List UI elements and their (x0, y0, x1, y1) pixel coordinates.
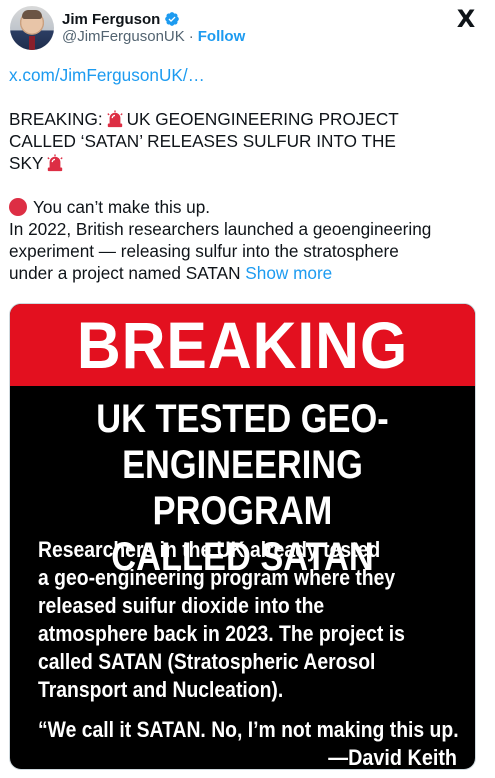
avatar-tie (29, 36, 35, 50)
x-logo-icon[interactable]: X (455, 7, 477, 31)
image-quote: “We call it SATAN. No, I’m not making th… (38, 716, 475, 744)
rotating-light-icon (47, 154, 64, 172)
follow-button[interactable]: Follow (198, 28, 246, 45)
rotating-light-icon (106, 110, 123, 128)
tweet-image[interactable]: BREAKING UK TESTED GEO- ENGINEERING PROG… (9, 303, 476, 770)
para-line-3: under a project named SATAN (9, 263, 241, 283)
author-name[interactable]: Jim Ferguson (62, 11, 160, 28)
author-handle[interactable]: @JimFergusonUK (62, 28, 185, 45)
para-line-2: experiment — releasing sulfur into the s… (9, 241, 399, 261)
breaking-banner-text: BREAKING (76, 308, 409, 382)
para-line-1: In 2022, British researchers launched a … (9, 219, 432, 239)
breaking-prefix: BREAKING: (9, 109, 103, 129)
breaking-line-b: CALLED ‘SATAN’ RELEASES SULFUR INTO THE (9, 131, 396, 151)
body-line: released suifur dioxide into the (38, 593, 325, 618)
body-paragraph: In 2022, British researchers launched a … (9, 218, 487, 284)
author-handle-row: @JimFergusonUK · Follow (62, 28, 245, 45)
image-body-copy: Researchers in the UK already tested a g… (38, 536, 475, 704)
red-circle-icon (9, 198, 27, 216)
avatar[interactable] (10, 6, 54, 50)
headline-line: UK TESTED GEO- (96, 397, 389, 441)
quote-text: “We call it SATAN. No, I’m not making th… (38, 717, 459, 742)
separator-dot: · (188, 28, 194, 45)
headline-line: ENGINEERING PROGRAM (122, 443, 363, 533)
breaking-line-c: SKY (9, 153, 44, 173)
avatar-hair (22, 10, 42, 19)
body-line: Transport and Nucleation). (38, 677, 284, 702)
author-name-row[interactable]: Jim Ferguson (62, 9, 180, 29)
tweet-text: x.com/JimFergusonUK/… BREAKING: UK GEOEN… (9, 64, 487, 284)
body-line: a geo-engineering program where they (38, 565, 396, 590)
cant-make-up-text: You can’t make this up. (33, 197, 211, 217)
cant-make-up-line: You can’t make this up. (9, 196, 487, 218)
tweet-header: Jim Ferguson @JimFergusonUK · Follow X (0, 0, 495, 60)
show-more-link[interactable]: Show more (245, 263, 332, 283)
verified-badge-icon (165, 12, 180, 26)
breaking-paragraph: BREAKING: UK GEOENGINEERING PROJECT CALL… (9, 108, 487, 174)
breaking-line-a: UK GEOENGINEERING PROJECT (126, 109, 399, 129)
body-line: Researchers in the UK already tested (38, 537, 381, 562)
body-line: called SATAN (Stratospheric Aerosol (38, 649, 376, 674)
quote-attribution: —David Keith (328, 745, 457, 770)
tweet-link[interactable]: x.com/JimFergusonUK/… (9, 65, 205, 85)
body-line: atmosphere back in 2023. The project is (38, 621, 405, 646)
